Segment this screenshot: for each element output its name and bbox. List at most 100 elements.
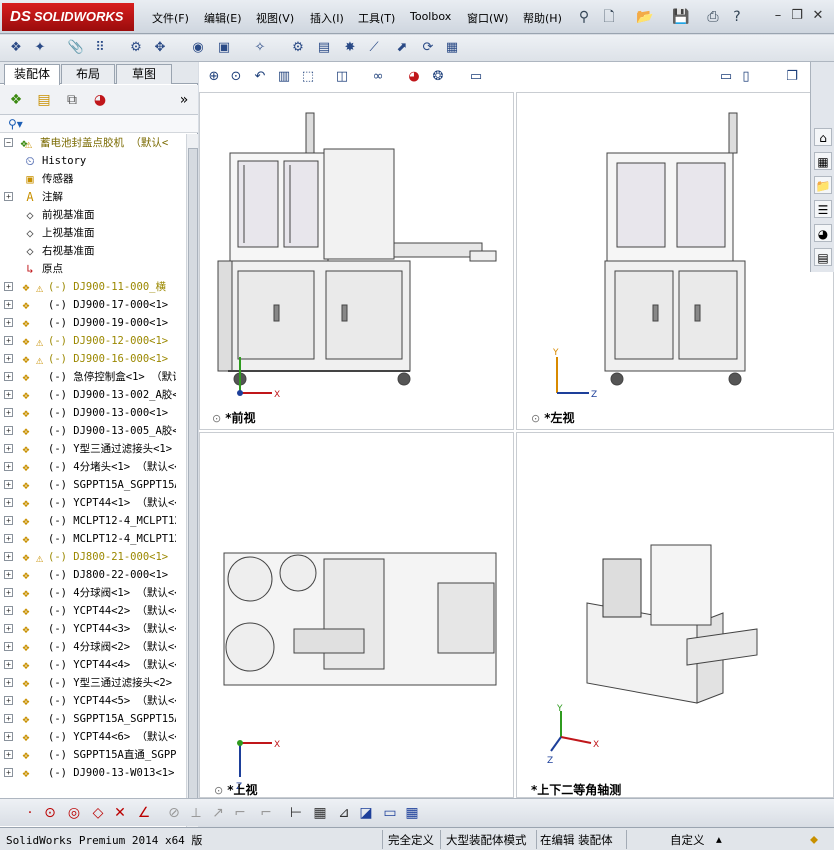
tree-component[interactable]: + ❖ (-) SGPPT15A_SGPPT15A<1: [0, 476, 186, 494]
zoom-to-area-icon[interactable]: ⊙: [227, 68, 245, 86]
tree-component[interactable]: + ❖ (-) SGPPT15A_SGPPT15A<2: [0, 710, 186, 728]
menu-window[interactable]: 窗口(W): [467, 10, 508, 26]
edit-appearance-icon[interactable]: ◕: [405, 68, 423, 86]
tree-component[interactable]: + ❖ (-) 4分堵头<1> （默认<<默: [0, 458, 186, 476]
tree-component[interactable]: + ❖ ⚠ (-) DJ900-11-000_横: [0, 278, 186, 296]
custom-properties-icon[interactable]: ▤: [814, 248, 832, 266]
polygon-icon[interactable]: ◇: [88, 803, 108, 823]
viewport-left[interactable]: Y Z ⊙ *左视: [516, 92, 834, 430]
show-hidden-icon[interactable]: ◉: [188, 38, 208, 58]
tree-component[interactable]: + ❖ ⚠ (-) DJ900-16-000<1>: [0, 350, 186, 368]
expand-icon[interactable]: +: [4, 462, 13, 471]
linear-pattern-icon[interactable]: ⠿: [90, 38, 110, 58]
appearances-icon[interactable]: ◕: [814, 224, 832, 242]
tree-component[interactable]: + ❖ (-) Y型三通过滤接头<2>: [0, 674, 186, 692]
expand-icon[interactable]: +: [4, 444, 13, 453]
bill-of-materials-icon[interactable]: ▤: [314, 38, 334, 58]
center-circle-icon[interactable]: ◎: [64, 803, 84, 823]
menu-insert[interactable]: 插入(I): [310, 10, 344, 26]
mate-icon[interactable]: 📎: [66, 38, 86, 58]
expand-icon[interactable]: +: [4, 714, 13, 723]
collapse-icon[interactable]: −: [4, 138, 13, 147]
tree-feature[interactable]: ◇ 前视基准面: [0, 206, 186, 224]
smart-fastener-icon[interactable]: ⚙: [126, 38, 146, 58]
assembly-features-icon[interactable]: ▣: [214, 38, 234, 58]
section-view-icon[interactable]: ▥: [275, 68, 293, 86]
tree-root[interactable]: − ❖ ⚠ 蓄电池封盖点胶机 （默认<: [0, 134, 186, 152]
home-icon[interactable]: ⌂: [814, 128, 832, 146]
expand-icon[interactable]: +: [4, 678, 13, 687]
angle-icon[interactable]: ∠: [134, 803, 154, 823]
viewport-tile-icon[interactable]: ▯: [737, 68, 755, 86]
units-dropdown-icon[interactable]: ▴: [716, 832, 722, 846]
expand-icon[interactable]: +: [4, 534, 13, 543]
offset-icon[interactable]: ↗: [208, 803, 228, 823]
four-view-icon[interactable]: ▦: [402, 803, 422, 823]
grid-icon[interactable]: ▦: [310, 803, 330, 823]
reference-geometry-icon[interactable]: ✧: [250, 38, 270, 58]
component-icon[interactable]: ❖: [6, 38, 26, 58]
graphics-area[interactable]: ⊕ ⊙ ↶ ▥ ⬚ ◫ ∞ ◕ ❂ ▭ ▭ ▯ ❐ ✕: [199, 62, 834, 798]
insert-component-icon[interactable]: ✦: [30, 38, 50, 58]
tree-component[interactable]: + ❖ (-) DJ900-17-000<1> （默: [0, 296, 186, 314]
filter-icon[interactable]: ⚲▾: [0, 115, 198, 133]
tree-feature[interactable]: ↳ 原点: [0, 260, 186, 278]
expand-icon[interactable]: +: [4, 354, 13, 363]
menu-file[interactable]: 文件(F): [152, 10, 189, 26]
save-icon[interactable]: 💾: [672, 8, 690, 26]
hide-show-items-icon[interactable]: ∞: [369, 68, 387, 86]
tree-component[interactable]: + ❖ (-) MCLPT12-4_MCLPT12-4: [0, 512, 186, 530]
tree-component[interactable]: + ❖ (-) DJ900-19-000<1> （默: [0, 314, 186, 332]
chain-icon[interactable]: ⊘: [164, 803, 184, 823]
instant3d-icon[interactable]: ⬈: [392, 38, 412, 58]
view-orientation-icon[interactable]: ⬚: [299, 68, 317, 86]
new-motion-study-icon[interactable]: ⚙: [288, 38, 308, 58]
expand-icon[interactable]: +: [4, 624, 13, 633]
scrollbar-thumb[interactable]: [188, 148, 198, 808]
display-style-icon[interactable]: ◫: [333, 68, 351, 86]
tree-component[interactable]: + ❖ (-) DJ900-13-000<1> （默: [0, 404, 186, 422]
explode-line-icon[interactable]: ⟋: [364, 38, 384, 58]
expand-icon[interactable]: +: [4, 642, 13, 651]
expand-icon[interactable]: +: [4, 408, 13, 417]
menu-help[interactable]: 帮助(H): [523, 10, 562, 26]
menu-toolbox[interactable]: Toolbox: [410, 10, 451, 23]
relation-icon[interactable]: ⊿: [334, 803, 354, 823]
move-component-icon[interactable]: ✥: [150, 38, 170, 58]
new-document-icon[interactable]: 🗋: [600, 8, 618, 26]
expand-icon[interactable]: +: [4, 696, 13, 705]
tree-component[interactable]: + ❖ (-) 4分球阀<1> （默认<<默: [0, 584, 186, 602]
tree-component[interactable]: + ❖ (-) YCPT44<2> （默认<<默: [0, 602, 186, 620]
expand-icon[interactable]: +: [4, 426, 13, 435]
exploded-view-icon[interactable]: ✸: [340, 38, 360, 58]
open-folder-icon[interactable]: 📂: [636, 8, 654, 26]
expand-icon[interactable]: +: [4, 300, 13, 309]
propertymanager-icon[interactable]: ▤: [34, 90, 54, 110]
snapshot-icon[interactable]: ▦: [442, 38, 462, 58]
tree-component[interactable]: + ❖ (-) YCPT44<4> （默认<<默: [0, 656, 186, 674]
tree-component[interactable]: + ❖ (-) DJ900-13-W013<1> （默: [0, 764, 186, 782]
displaymanager-icon[interactable]: ◕: [90, 90, 110, 110]
menu-tools[interactable]: 工具(T): [358, 10, 395, 26]
tree-feature[interactable]: ▣ 传感器: [0, 170, 186, 188]
view-settings-icon[interactable]: ▭: [467, 68, 485, 86]
tab-assembly[interactable]: 装配体: [4, 64, 60, 85]
expand-icon[interactable]: +: [4, 516, 13, 525]
dimension-icon[interactable]: ⊢: [286, 803, 306, 823]
tree-feature[interactable]: ◇ 上视基准面: [0, 224, 186, 242]
solidworks-logo[interactable]: DS SOLIDWORKS: [2, 3, 134, 31]
tab-sketch[interactable]: 草图: [116, 64, 172, 84]
expand-icon[interactable]: +: [4, 192, 13, 201]
tree-feature[interactable]: ⏲ History: [0, 152, 186, 170]
minimize-icon[interactable]: –: [770, 8, 786, 24]
units-selector[interactable]: 自定义: [670, 832, 705, 848]
zoom-to-fit-icon[interactable]: ⊕: [205, 68, 223, 86]
restore-icon[interactable]: ❐: [789, 8, 805, 24]
expand-icon[interactable]: +: [4, 552, 13, 561]
expand-icon[interactable]: +: [4, 732, 13, 741]
tree-component[interactable]: + ❖ (-) YCPT44<3> （默认<<默: [0, 620, 186, 638]
hidden-lines-icon[interactable]: ▭: [380, 803, 400, 823]
file-explorer-icon[interactable]: 📁: [814, 176, 832, 194]
print-icon[interactable]: ⎙: [704, 8, 722, 26]
expand-icon[interactable]: +: [4, 570, 13, 579]
